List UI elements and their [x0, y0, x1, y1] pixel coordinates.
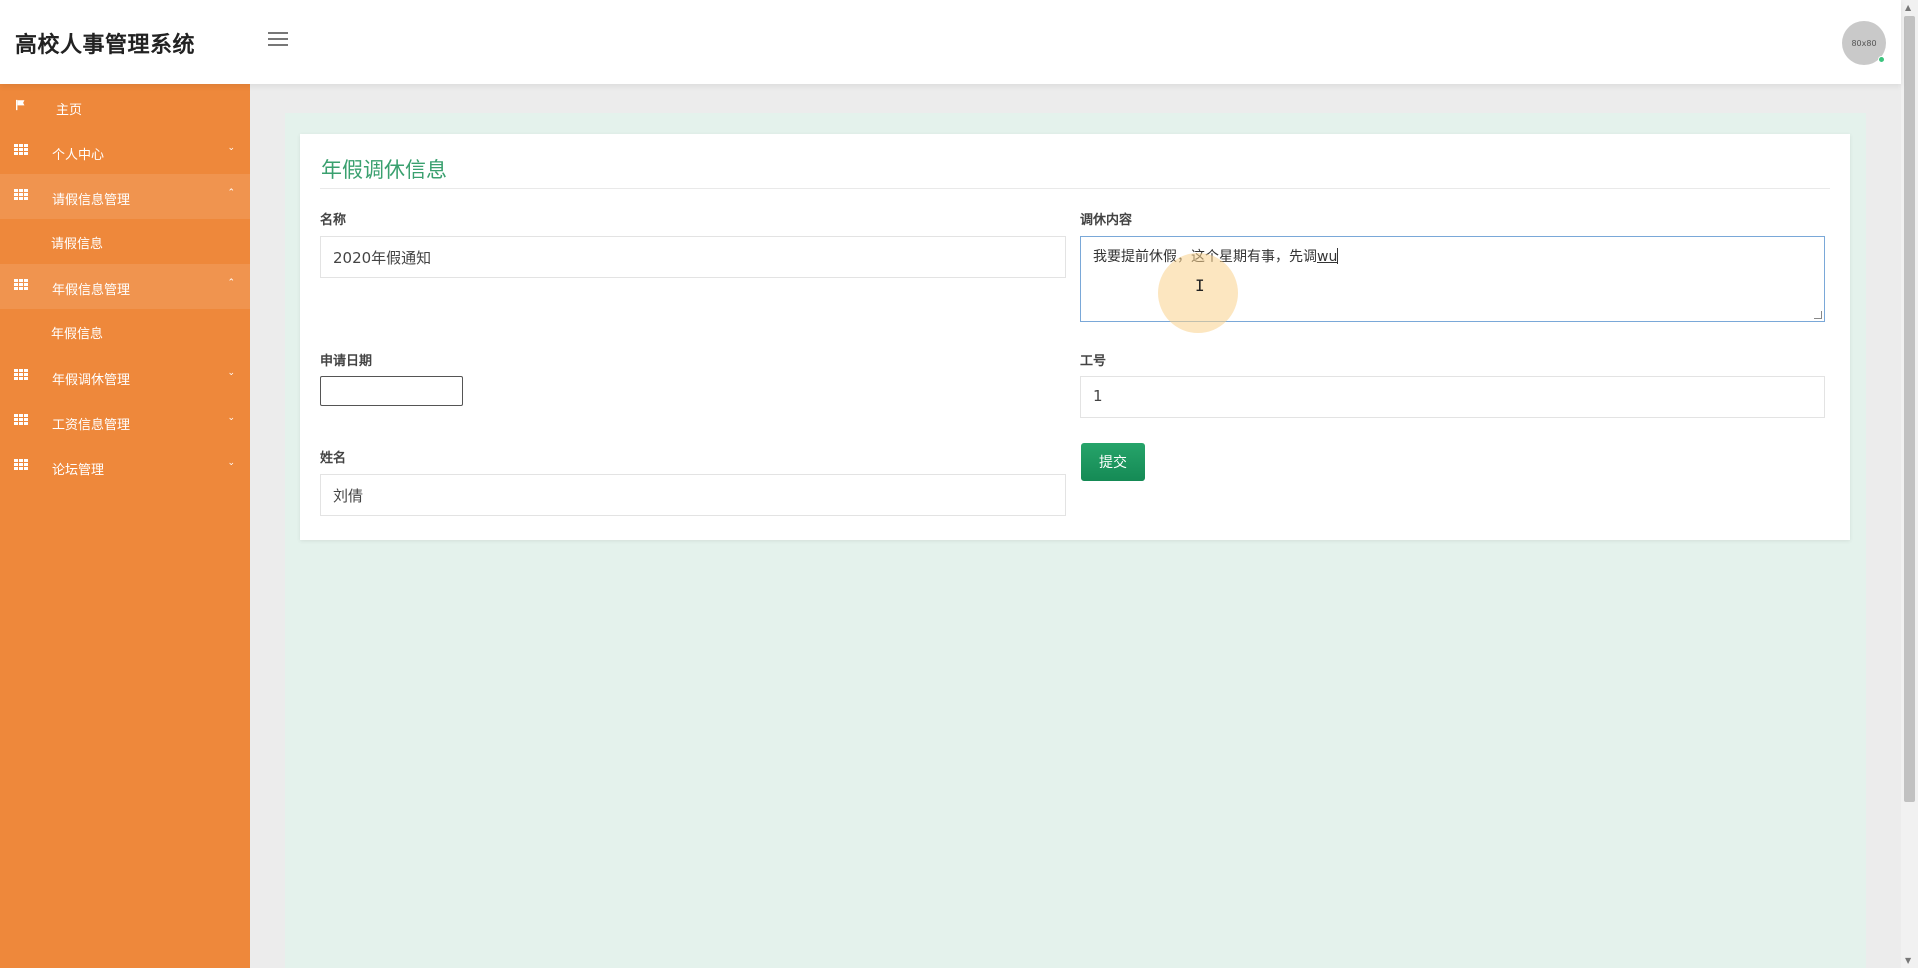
name-field[interactable]: 2020年假通知 [320, 236, 1066, 278]
sidebar-item-label: 工资信息管理 [52, 418, 131, 433]
employee-number-label: 工号 [1080, 354, 1107, 369]
resize-handle[interactable] [1814, 311, 1822, 319]
sidebar-item-salary-management[interactable]: 工资信息管理 ⌄ [0, 399, 250, 444]
top-header: 高校人事管理系统 80x80 [0, 0, 1901, 84]
person-name-field[interactable]: 刘倩 [320, 474, 1066, 516]
text-cursor [1337, 248, 1339, 264]
content-text: 我要提前休假，这个星期有事，先调 [1093, 249, 1317, 265]
page-title: 年假调休信息 [321, 158, 447, 182]
person-name-label: 姓名 [320, 451, 347, 466]
grid-icon [14, 459, 28, 471]
chevron-down-icon: ⌄ [227, 413, 235, 423]
sidebar-item-label: 年假信息管理 [52, 283, 131, 298]
content-label: 调休内容 [1080, 213, 1133, 228]
scroll-down-arrow-icon[interactable]: ▼ [1905, 956, 1911, 965]
flag-icon [16, 99, 25, 111]
content-textarea[interactable]: 我要提前休假，这个星期有事，先调wu [1080, 236, 1825, 322]
sidebar-subitem-label: 年假信息 [51, 327, 104, 342]
scroll-up-arrow-icon[interactable]: ▲ [1905, 3, 1911, 12]
sidebar-item-label: 个人中心 [52, 148, 105, 163]
sidebar-item-label: 论坛管理 [52, 463, 105, 478]
name-label: 名称 [320, 213, 347, 228]
hamburger-menu-icon[interactable] [268, 32, 288, 48]
grid-icon [14, 414, 28, 426]
ime-composition-text: wu [1317, 249, 1338, 265]
sidebar-item-label: 请假信息管理 [52, 193, 131, 208]
grid-icon [14, 279, 28, 291]
chevron-up-icon: ⌃ [227, 188, 235, 198]
app-title: 高校人事管理系统 [15, 33, 196, 58]
grid-icon [14, 189, 28, 201]
sidebar-item-home[interactable]: 主页 [0, 84, 250, 129]
divider [320, 188, 1830, 189]
employee-number-field[interactable]: 1 [1080, 376, 1825, 418]
sidebar-subitem-label: 请假信息 [51, 237, 104, 252]
chevron-up-icon: ⌃ [227, 278, 235, 288]
grid-icon [14, 369, 28, 381]
main-content: 年假调休信息 名称 2020年假通知 调休内容 我要提前休假，这个星期有事，先调… [250, 84, 1901, 968]
sidebar: 主页 个人中心 ⌄ 请假信息管理 ⌃ 请假信息 年假信息管理 ⌃ 年假信息 年假… [0, 84, 250, 968]
chevron-down-icon: ⌄ [227, 143, 235, 153]
sidebar-item-label: 主页 [56, 103, 83, 118]
sidebar-item-annual-leave-adjust[interactable]: 年假调休管理 ⌄ [0, 354, 250, 399]
sidebar-subitem-annual-leave-info[interactable]: 年假信息 [0, 309, 250, 354]
avatar-placeholder-text: 80x80 [1851, 38, 1877, 48]
sidebar-subitem-leave-info[interactable]: 请假信息 [0, 219, 250, 264]
text-cursor-icon: I [1195, 276, 1205, 295]
form-card: 年假调休信息 名称 2020年假通知 调休内容 我要提前休假，这个星期有事，先调… [300, 134, 1850, 540]
sidebar-item-annual-leave-management[interactable]: 年假信息管理 ⌃ [0, 264, 250, 309]
date-field[interactable] [320, 376, 463, 406]
chevron-down-icon: ⌄ [227, 458, 235, 468]
online-status-dot [1878, 56, 1885, 63]
sidebar-item-personal-center[interactable]: 个人中心 ⌄ [0, 129, 250, 174]
chevron-down-icon: ⌄ [227, 368, 235, 378]
submit-button[interactable]: 提交 [1081, 443, 1145, 481]
sidebar-item-forum-management[interactable]: 论坛管理 ⌄ [0, 444, 250, 489]
avatar[interactable]: 80x80 [1842, 21, 1886, 65]
date-label: 申请日期 [320, 354, 373, 369]
sidebar-item-leave-management[interactable]: 请假信息管理 ⌃ [0, 174, 250, 219]
sidebar-item-label: 年假调休管理 [52, 373, 131, 388]
page-scrollbar[interactable]: ▲ ▼ [1901, 0, 1918, 968]
grid-icon [14, 144, 28, 156]
scrollbar-thumb[interactable] [1904, 16, 1915, 802]
